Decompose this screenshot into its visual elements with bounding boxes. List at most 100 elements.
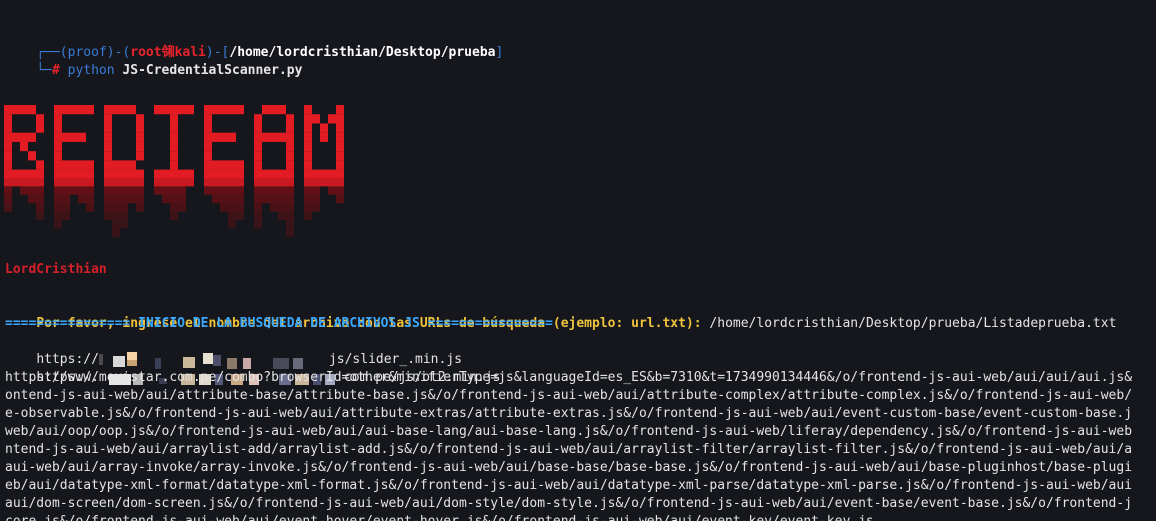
banner-drip [104, 186, 112, 195]
banner-drip [254, 178, 262, 187]
banner-pixel [270, 132, 278, 142]
banner-pixel [4, 151, 12, 161]
banner-pixel [136, 132, 144, 142]
banner-drip [312, 203, 320, 212]
banner-drip [178, 203, 186, 212]
banner-pixel [20, 141, 28, 152]
banner-pixel [204, 132, 212, 142]
banner-pixel [86, 105, 94, 115]
banner-drip [70, 186, 78, 195]
banner-drip [104, 178, 112, 187]
banner-pixel [204, 151, 212, 161]
banner-drip [136, 169, 144, 179]
banner-pixel [212, 160, 220, 170]
banner-drip [120, 203, 128, 212]
banner-drip [128, 178, 136, 187]
banner-pixel [304, 151, 312, 161]
banner-drip [54, 220, 62, 229]
author-name: LordCristhian [5, 262, 107, 277]
banner-pixel [54, 160, 62, 170]
banner-drip [28, 186, 36, 195]
banner-drip [312, 194, 320, 204]
banner-drip [262, 194, 270, 204]
prompt-bracket-end: ] [495, 45, 504, 60]
banner-pixel [104, 105, 112, 115]
banner-drip [54, 203, 62, 212]
banner-pixel [220, 160, 228, 170]
banner-drip [162, 194, 170, 204]
banner-drip [86, 178, 94, 187]
banner-drip [36, 203, 44, 212]
banner-pixel [170, 114, 178, 124]
filename-input[interactable]: /home/lordcristhian/Desktop/prueba/Lista… [702, 316, 1116, 331]
banner-drip [4, 178, 12, 187]
banner-pixel [78, 132, 86, 142]
banner-drip [228, 220, 236, 229]
banner-drip [128, 186, 136, 195]
result-url-long-line: aui/dom-screen/dom-screen.js&/o/frontend… [5, 496, 1133, 511]
banner-drip [320, 169, 328, 179]
banner-drip [304, 169, 312, 179]
result-url-long-line: e-observable.js&/o/frontend-js-aui-web/a… [5, 406, 1133, 421]
banner-drip [20, 169, 28, 179]
banner-pixel [62, 105, 70, 115]
banner-pixel [104, 114, 112, 124]
banner-pixel [170, 160, 178, 170]
banner-pixel [220, 105, 228, 115]
banner-drip [286, 211, 294, 221]
banner-drip [278, 211, 286, 221]
banner-pixel [12, 105, 20, 115]
banner-drip [78, 169, 86, 179]
banner-drip [62, 186, 70, 195]
banner-drip [254, 186, 262, 195]
banner-drip [336, 186, 344, 195]
banner-drip [78, 194, 86, 204]
result-url-1[interactable]: https:// js/slider_.min.js [5, 333, 462, 369]
banner-drip [86, 186, 94, 195]
banner-drip [112, 228, 120, 237]
banner-pixel [4, 105, 12, 115]
banner-drip [104, 169, 112, 179]
banner-pixel [104, 160, 112, 170]
banner-drip [86, 194, 94, 204]
banner-drip [336, 169, 344, 179]
banner-drip [254, 194, 262, 204]
banner-pixel [136, 114, 144, 124]
banner-drip [312, 186, 320, 195]
banner-drip [204, 169, 212, 179]
banner-pixel [78, 105, 86, 115]
banner-pixel [104, 151, 112, 161]
banner-pixel [128, 105, 136, 115]
banner-drip [170, 186, 178, 195]
prompt-hash: # [51, 63, 60, 78]
banner-drip [286, 220, 294, 229]
banner-pixel [336, 160, 344, 170]
banner-drip [120, 169, 128, 179]
banner-pixel [4, 114, 12, 124]
banner-pixel [304, 160, 312, 170]
banner-drip [70, 169, 78, 179]
result-url-long-line: eb/aui/datatype-xml-format/datatype-xml-… [5, 478, 1133, 493]
banner-drip [278, 169, 286, 179]
banner-pixel [4, 141, 12, 152]
banner-pixel [70, 132, 78, 142]
banner-pixel [204, 105, 212, 115]
banner-drip [328, 186, 336, 195]
banner-drip [312, 169, 320, 179]
result-url-2[interactable]: https:// com.pe/js/ot2.min.js [5, 351, 500, 385]
result-url-long-line: ontend-js-aui-web/aui/attribute-base/att… [5, 388, 1133, 403]
banner-drip [254, 169, 262, 179]
banner-pixel [20, 132, 28, 142]
banner-pixel [286, 141, 294, 152]
banner-drip [178, 169, 186, 179]
banner-pixel [4, 160, 12, 170]
banner-pixel [204, 123, 212, 133]
banner-pixel [304, 132, 312, 142]
banner-drip [62, 211, 70, 221]
banner-pixel [54, 105, 62, 115]
banner-drip [54, 178, 62, 187]
banner-drip [112, 194, 120, 204]
banner-pixel [204, 141, 212, 152]
terminal-window[interactable]: ┌──(proof)-(root㋿kali)-[/home/lordcristh… [0, 0, 1156, 521]
banner-drip [278, 194, 286, 204]
